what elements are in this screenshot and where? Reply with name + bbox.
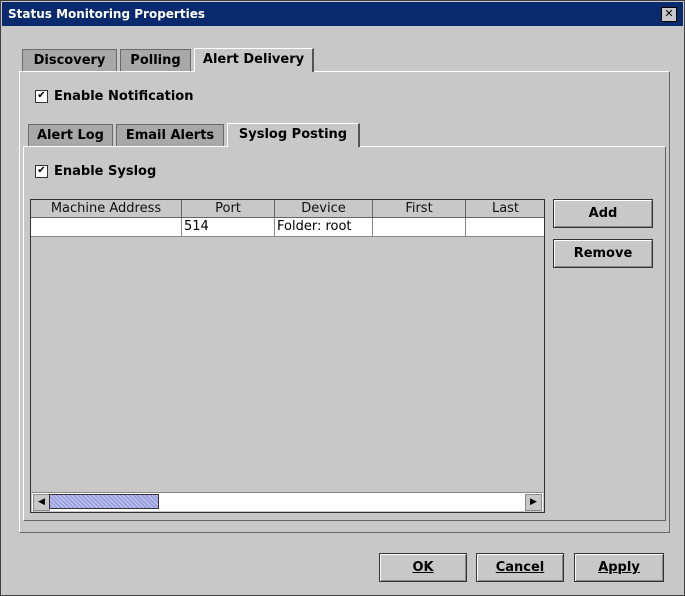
table-cell-first[interactable] <box>373 218 466 237</box>
properties-dialog: Status Monitoring Properties ✕ Discovery… <box>0 0 685 596</box>
table-cell-device[interactable]: Folder: root <box>275 218 373 237</box>
enable-syslog-checkbox[interactable]: ✔ Enable Syslog <box>35 164 156 179</box>
remove-button[interactable]: Remove <box>553 239 653 268</box>
scroll-thumb[interactable] <box>49 494 159 509</box>
window-title: Status Monitoring Properties <box>8 7 205 21</box>
tab-alert-delivery[interactable]: Alert Delivery <box>194 48 314 72</box>
column-header-first[interactable]: First <box>373 200 466 218</box>
scroll-right-icon[interactable]: ▶ <box>525 494 542 511</box>
tab-alert-log[interactable]: Alert Log <box>28 124 113 146</box>
cancel-button[interactable]: Cancel <box>476 553 564 582</box>
title-bar[interactable]: Status Monitoring Properties ✕ <box>2 2 683 26</box>
table-cell-last[interactable] <box>466 218 544 237</box>
tab-polling[interactable]: Polling <box>120 49 191 71</box>
check-icon: ✔ <box>35 165 48 178</box>
apply-button[interactable]: Apply <box>574 553 664 582</box>
table-cell-port[interactable]: 514 <box>182 218 275 237</box>
check-icon: ✔ <box>35 90 48 103</box>
ok-button[interactable]: OK <box>379 553 467 582</box>
enable-notification-label: Enable Notification <box>54 89 194 104</box>
enable-notification-checkbox[interactable]: ✔ Enable Notification <box>35 89 193 104</box>
syslog-table[interactable]: Machine Address Port Device First Last 5… <box>30 199 545 513</box>
enable-syslog-label: Enable Syslog <box>54 164 157 179</box>
close-icon[interactable]: ✕ <box>661 7 677 22</box>
add-button[interactable]: Add <box>553 199 653 228</box>
column-header-machine-address[interactable]: Machine Address <box>31 200 182 218</box>
column-header-device[interactable]: Device <box>275 200 373 218</box>
table-cell-machine-address[interactable] <box>31 218 182 237</box>
scroll-left-icon[interactable]: ◀ <box>33 494 50 511</box>
tab-discovery[interactable]: Discovery <box>22 49 117 71</box>
tab-email-alerts[interactable]: Email Alerts <box>116 124 224 146</box>
tab-syslog-posting[interactable]: Syslog Posting <box>227 123 360 147</box>
horizontal-scrollbar[interactable]: ◀ ▶ <box>32 492 543 511</box>
column-header-port[interactable]: Port <box>182 200 275 218</box>
column-header-last[interactable]: Last <box>466 200 544 218</box>
